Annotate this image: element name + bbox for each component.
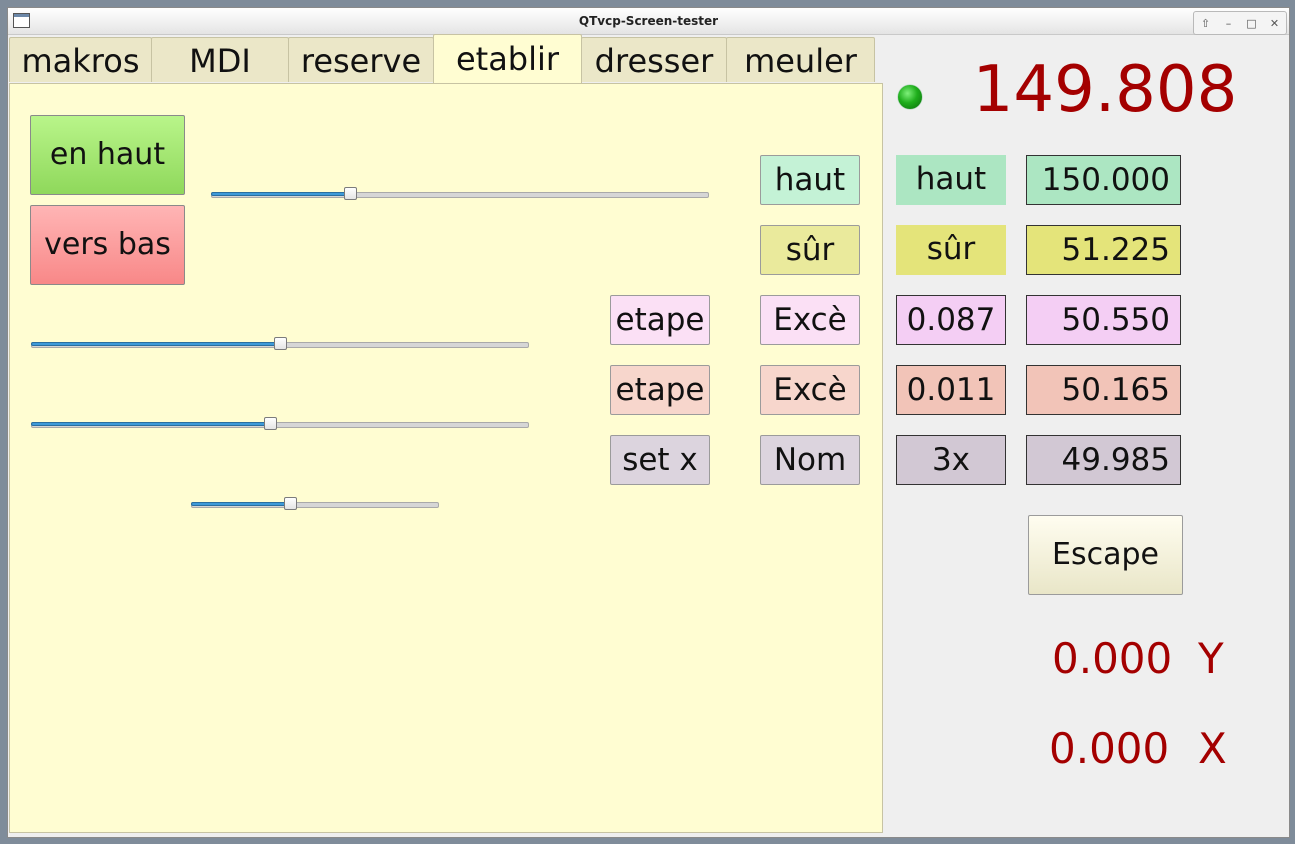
shade-icon[interactable]: ⇧ (1196, 17, 1216, 30)
sur-button[interactable]: sûr (760, 225, 860, 275)
slider-1[interactable] (211, 186, 709, 202)
slider-4[interactable] (191, 496, 439, 512)
y-axis-value: 0.000 (1052, 634, 1173, 683)
y-axis-label: Y (1198, 634, 1224, 683)
tab-dresser[interactable]: dresser (581, 37, 727, 82)
slider-fill (31, 342, 280, 346)
x-axis-value: 0.000 (1049, 724, 1170, 773)
escape-button[interactable]: Escape (1028, 515, 1183, 595)
window-controls: ⇧ – □ ✕ (1193, 11, 1287, 35)
slider-fill (31, 422, 271, 426)
etape-value-1: 0.087 (896, 295, 1006, 345)
slider-handle[interactable] (274, 337, 287, 350)
tab-meuler[interactable]: meuler (726, 37, 875, 82)
main-position-readout: 149.808 (972, 53, 1238, 127)
nom-value: 49.985 (1026, 435, 1181, 485)
exces-button-2[interactable]: Excè (760, 365, 860, 415)
x-axis-label: X (1198, 724, 1227, 773)
en-haut-button[interactable]: en haut (30, 115, 185, 195)
vers-bas-button[interactable]: vers bas (30, 205, 185, 285)
maximize-icon[interactable]: □ (1242, 17, 1262, 30)
etape-button-1[interactable]: etape (610, 295, 710, 345)
tab-etablir[interactable]: etablir (433, 34, 582, 84)
slider-handle[interactable] (344, 187, 358, 200)
exces-button-1[interactable]: Excè (760, 295, 860, 345)
slider-3[interactable] (31, 416, 529, 432)
exces-value-1: 50.550 (1026, 295, 1181, 345)
haut-button[interactable]: haut (760, 155, 860, 205)
slider-handle[interactable] (284, 497, 298, 510)
status-led-icon (898, 85, 922, 109)
title-bar[interactable]: QTvcp-Screen-tester ⇧ – □ ✕ (8, 8, 1289, 35)
sur-label: sûr (896, 225, 1006, 275)
tab-reserve[interactable]: reserve (288, 37, 434, 82)
window-title: QTvcp-Screen-tester (578, 14, 719, 28)
exces-value-2: 50.165 (1026, 365, 1181, 415)
nom-button[interactable]: Nom (760, 435, 860, 485)
slider-handle[interactable] (264, 417, 278, 430)
tab-makros[interactable]: makros (9, 37, 152, 82)
tab-mdi[interactable]: MDI (151, 37, 289, 82)
multiplier-value: 3x (896, 435, 1006, 485)
haut-value: 150.000 (1026, 155, 1181, 205)
sur-value: 51.225 (1026, 225, 1181, 275)
close-icon[interactable]: ✕ (1265, 17, 1285, 30)
slider-2[interactable] (31, 336, 529, 352)
slider-fill (211, 192, 351, 196)
set-x-button[interactable]: set x (610, 435, 710, 485)
haut-label: haut (896, 155, 1006, 205)
etape-button-2[interactable]: etape (610, 365, 710, 415)
minimize-icon[interactable]: – (1219, 17, 1239, 30)
etape-value-2: 0.011 (896, 365, 1006, 415)
slider-fill (191, 502, 291, 506)
